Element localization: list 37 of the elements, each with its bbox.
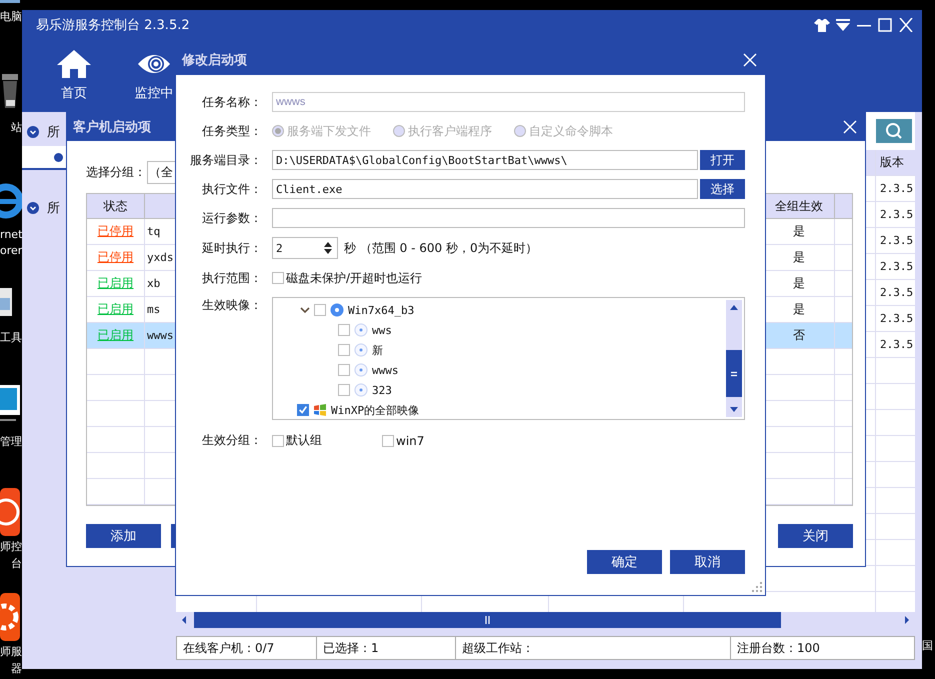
field-label: 生效映像： (201, 297, 262, 314)
table-cell-text: 2.3.5 (879, 207, 914, 223)
status-text: 超级工作站： (456, 637, 731, 659)
status-text: 在线客户机：0/7 (177, 637, 317, 659)
status-text: 已选择：1 (317, 637, 456, 659)
field-label: 任务名称： (201, 94, 262, 110)
checkbox-label: 磁盘未保护/开超时也运行 (286, 270, 422, 286)
desktop-icon-label: 工具 (0, 331, 22, 345)
desktop-icon-label: 台 (10, 557, 22, 571)
field-label: 执行范围： (201, 270, 262, 286)
field-label: 服务端目录： (189, 152, 262, 168)
desktop-icon-label: 师服 (0, 645, 22, 659)
table-cell-text: 2.3.5 (879, 337, 914, 353)
field-label: 执行文件： (201, 180, 262, 198)
table-cell-text: 2.3.5 (879, 233, 914, 249)
field-label: 选择分组： (86, 164, 146, 180)
desktop-icon-label: rnet (0, 228, 22, 242)
desktop-icon-label: 站 (10, 121, 22, 135)
dialog-title: 修改启动项 (182, 52, 247, 69)
window-title: 易乐游服务控制台 2.3.5.2 (36, 17, 190, 34)
field-label: 任务类型： (201, 122, 262, 140)
field-label: 生效分组： (201, 432, 262, 449)
table-cell-text: 2.3.5 (879, 285, 914, 301)
desktop-icon-label: 器 (10, 662, 22, 676)
table-cell-text: 2.3.5 (879, 259, 914, 275)
status-text: 注册台数：100 (736, 640, 821, 656)
desktop-icon-label: 管理 (0, 435, 22, 449)
table-cell-text: 2.3.5 (879, 311, 914, 327)
field-label: 运行参数： (201, 210, 262, 226)
desktop-icon-label: 电脑 (0, 10, 22, 24)
checkbox-label: win7 (396, 434, 424, 448)
desktop-icon-label: 国 (922, 638, 933, 653)
checkbox-label: 默认组 (286, 432, 322, 449)
dialog-title: 客户机启动项 (73, 118, 151, 136)
desktop-icon-label: orer (0, 244, 22, 258)
table-cell-text: 2.3.5 (879, 181, 914, 197)
desktop-icon-label: 师控 (0, 540, 22, 554)
